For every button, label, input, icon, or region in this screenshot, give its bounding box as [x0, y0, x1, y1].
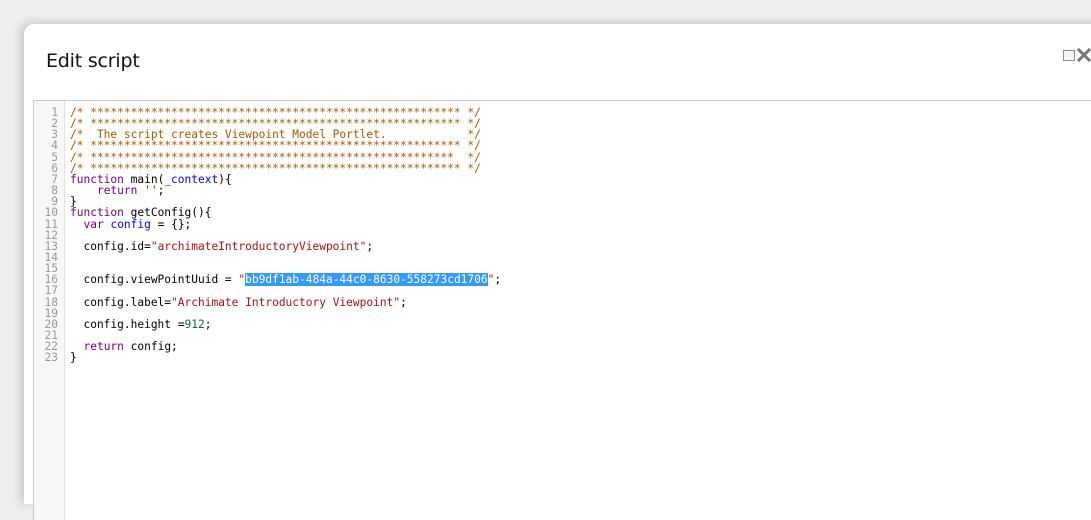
maximize-icon[interactable] [1063, 50, 1075, 61]
code-line[interactable]: 10 function getConfig(){ [34, 207, 1091, 218]
code-token: return [96, 184, 138, 198]
code-token: "archimateIntroductoryViewpoint" [150, 239, 367, 253]
code-token: config.height = [70, 317, 185, 331]
code-line[interactable]: 22 return config; [34, 341, 1091, 352]
code-line[interactable]: 16 config.viewPointUuid = "bb9df1ab-484a… [34, 273, 1091, 287]
code-text: config.height =912; [70, 319, 211, 330]
code-line[interactable]: 21 [34, 330, 1091, 341]
code-text: return ''; [70, 185, 164, 196]
code-token: ; [157, 184, 165, 198]
dialog-title: Edit script [46, 50, 140, 72]
line-number: 10 [44, 206, 58, 220]
code-line[interactable]: 8 return ''; [34, 185, 1091, 196]
code-line[interactable]: 23} [34, 352, 1091, 363]
code-line[interactable]: 11 var config = {}; [34, 217, 1091, 231]
close-icon[interactable] [1076, 47, 1091, 63]
code-token: } [70, 351, 77, 365]
code-editor[interactable]: 1/* ************************************… [33, 100, 1091, 520]
line-number: 12 [44, 228, 58, 242]
code-token: config [110, 217, 151, 231]
window-controls [1063, 47, 1091, 63]
code-text: return config; [70, 340, 178, 354]
code-token: ; [366, 239, 374, 253]
code-token: = {}; [150, 217, 192, 231]
code-token: config; [123, 340, 178, 354]
line-number: 5 [51, 150, 58, 164]
code-line[interactable]: 7 function main(_context){ [34, 174, 1091, 185]
code-text: config.label="Archimate Introductory Vie… [70, 295, 407, 309]
line-number: 4 [51, 139, 58, 153]
line-number: 17 [44, 284, 58, 298]
code-line[interactable]: 20 config.height =912; [34, 319, 1091, 330]
code-token: config.id= [70, 239, 151, 253]
code-token: ; [204, 317, 212, 331]
code-token: "Archimate Introductory Viewpoint" [171, 295, 401, 309]
code-token: ; [400, 295, 407, 309]
selected-text: bb9df1ab-484a-44c0-8630-558273cd1706 [245, 273, 488, 287]
code-token: _context [164, 172, 219, 186]
code-text: config.viewPointUuid = "bb9df1ab-484a-44… [70, 273, 502, 287]
code-token: return [83, 340, 124, 354]
code-line[interactable]: 18 config.label="Archimate Introductory … [34, 295, 1091, 309]
line-number: 11 [44, 217, 58, 231]
code-text: config.id="archimateIntroductoryViewpoin… [70, 241, 373, 252]
code-token: ){ [218, 172, 232, 186]
code-token: var [83, 217, 104, 231]
code-token: '' [144, 184, 158, 198]
code-token: config.viewPointUuid = [70, 273, 239, 287]
code-token: 912 [184, 317, 205, 331]
code-token: ; [494, 273, 502, 287]
line-number: 23 [44, 351, 58, 365]
code-token: config.label= [70, 295, 172, 309]
edit-script-dialog: Edit script 1/* ************************… [24, 24, 1091, 520]
code-line[interactable]: 13 config.id="archimateIntroductoryViewp… [34, 241, 1091, 252]
code-text: var config = {}; [70, 217, 192, 231]
code-line[interactable]: 14 [34, 252, 1091, 263]
code-text: } [70, 352, 77, 363]
line-number: 18 [44, 295, 58, 309]
